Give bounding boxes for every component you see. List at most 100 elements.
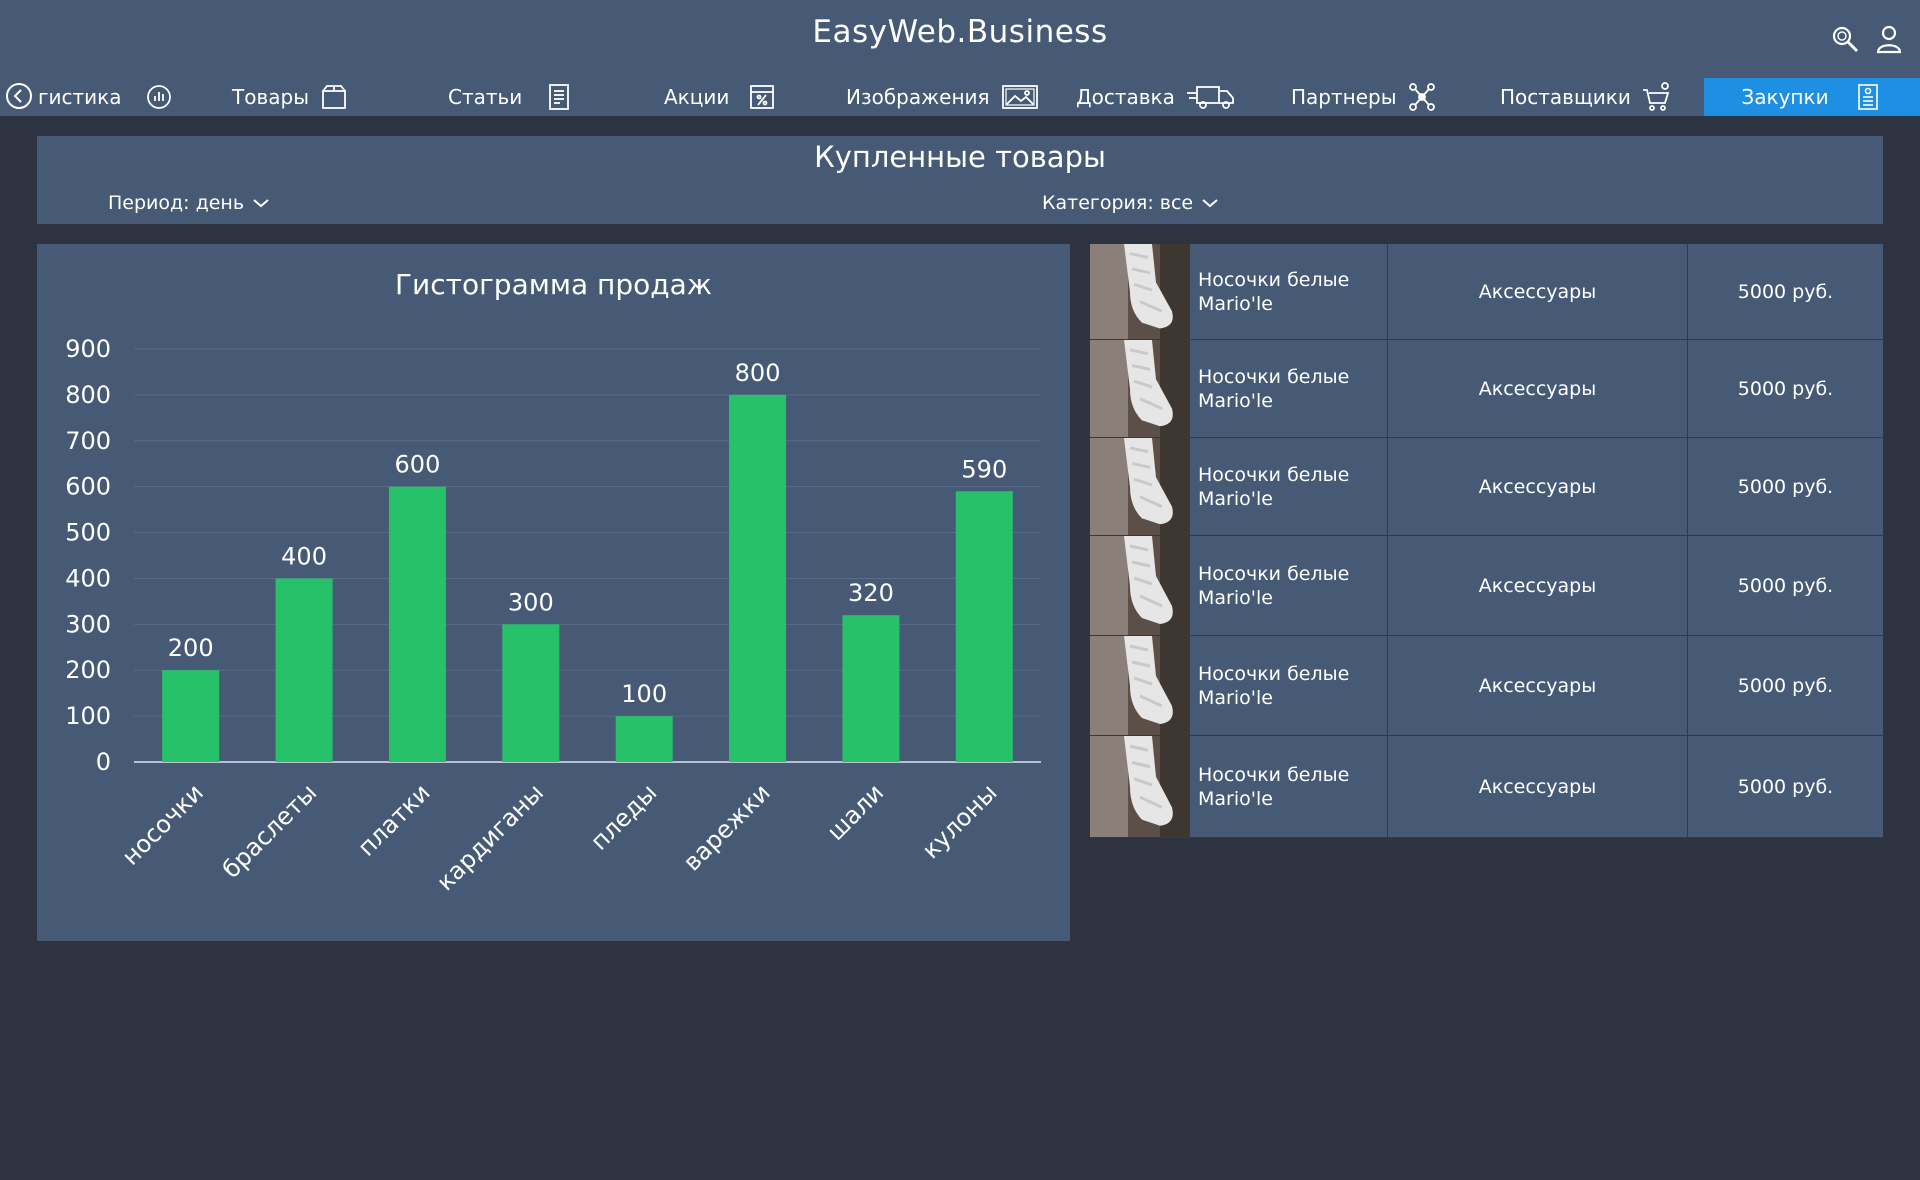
product-category: Аксессуары [1387, 244, 1687, 339]
bar-браслеты [275, 578, 333, 762]
nav-item-images[interactable]: Изображения [846, 78, 1040, 116]
product-price: 5000 руб. [1687, 536, 1883, 635]
product-price: 5000 руб. [1687, 636, 1883, 735]
table-row[interactable]: Носочки белые Mario'le Аксессуары 5000 руб… [1090, 636, 1883, 736]
nav-item-label: Изображения [846, 85, 990, 109]
x-tick-label: пледы [585, 778, 662, 855]
x-tick-label: варежки [678, 778, 776, 876]
document-icon [544, 82, 574, 112]
nav-item-label: Товары [232, 85, 309, 109]
product-thumbnail [1090, 736, 1190, 837]
stats-icon [144, 82, 174, 112]
bar-value-label: 100 [621, 680, 667, 708]
nav-item-articles[interactable]: Статьи [448, 78, 574, 116]
y-tick-label: 800 [65, 381, 111, 409]
product-category: Аксессуары [1387, 636, 1687, 735]
bar-носочки [162, 670, 220, 762]
table-row[interactable]: Носочки белые Mario'le Аксессуары 5000 руб… [1090, 438, 1883, 536]
nav-item-label: Партнеры [1291, 85, 1397, 109]
nav-item-delivery[interactable]: Доставка [1076, 78, 1235, 116]
bar-value-label: 400 [281, 542, 327, 570]
product-thumbnail [1090, 244, 1190, 339]
x-tick-label: носочки [117, 778, 209, 870]
product-thumbnail [1090, 536, 1190, 635]
product-price: 5000 руб. [1687, 736, 1883, 837]
bar-value-label: 800 [735, 359, 781, 387]
product-name: Носочки белые Mario'le [1198, 365, 1350, 412]
product-thumbnail [1090, 438, 1190, 535]
main-nav: гистика Товары Статьи Акции Изображения [0, 78, 1920, 116]
product-category: Аксессуары [1387, 340, 1687, 437]
search-icon[interactable] [1828, 22, 1862, 56]
nav-item-statistics[interactable]: гистика [38, 78, 174, 116]
bar-шали [842, 615, 900, 762]
x-tick-label: кардиганы [431, 778, 549, 896]
category-filter-label: Категория: все [1042, 192, 1194, 214]
product-price: 5000 руб. [1687, 244, 1883, 339]
purchase-icon [1853, 82, 1883, 112]
discount-icon [747, 82, 777, 112]
y-tick-label: 700 [65, 427, 111, 455]
chevron-down-icon [252, 192, 270, 214]
box-icon [319, 82, 349, 112]
product-price: 5000 руб. [1687, 340, 1883, 437]
purchased-items-table: Носочки белые Mario'le Аксессуары 5000 руб… [1090, 244, 1883, 838]
table-row[interactable]: Носочки белые Mario'le Аксессуары 5000 руб… [1090, 340, 1883, 438]
x-tick-label: шали [822, 778, 890, 846]
nav-item-label: Закупки [1741, 85, 1829, 109]
product-category: Аксессуары [1387, 438, 1687, 535]
nav-item-suppliers[interactable]: Поставщики [1500, 78, 1671, 116]
product-name: Носочки белые Mario'le [1198, 463, 1350, 510]
y-tick-label: 900 [65, 335, 111, 363]
nav-item-label: Статьи [448, 85, 523, 109]
nav-item-label: Поставщики [1500, 85, 1631, 109]
nav-item-promotions[interactable]: Акции [664, 78, 777, 116]
bar-платки [388, 486, 446, 762]
nav-item-label: Доставка [1076, 85, 1175, 109]
nav-back-button[interactable] [4, 81, 34, 111]
x-tick-label: платки [352, 778, 435, 861]
app-title: EasyWeb.Business [812, 14, 1108, 50]
bar-value-label: 600 [395, 451, 441, 479]
app-header: EasyWeb.Business гистика Товары Статьи А… [0, 0, 1920, 116]
nav-item-products[interactable]: Товары [232, 78, 349, 116]
x-tick-label: кулоны [917, 778, 1003, 864]
y-tick-label: 300 [65, 610, 111, 638]
header-actions [1828, 22, 1906, 56]
y-tick-label: 0 [96, 748, 111, 776]
sales-chart-panel: Гистограмма продаж 0 100 200 300 400 500 600 70… [37, 244, 1070, 941]
bar-варежки [729, 394, 787, 762]
category-filter[interactable]: Категория: все [1042, 192, 1219, 214]
cart-icon [1641, 82, 1671, 112]
table-row[interactable]: Носочки белые Mario'le Аксессуары 5000 руб… [1090, 736, 1883, 838]
bar-кардиганы [502, 624, 560, 762]
y-tick-label: 200 [65, 656, 111, 684]
product-thumbnail [1090, 340, 1190, 437]
period-filter[interactable]: Период: день [108, 192, 270, 214]
product-thumbnail [1090, 636, 1190, 735]
bar-кулоны [955, 491, 1013, 762]
y-tick-label: 500 [65, 519, 111, 547]
nav-item-purchases[interactable]: Закупки [1704, 78, 1920, 116]
bar-value-label: 300 [508, 588, 554, 616]
chevron-down-icon [1201, 192, 1219, 214]
product-price: 5000 руб. [1687, 438, 1883, 535]
page-title: Купленные товары [814, 140, 1106, 174]
x-tick-label: браслеты [217, 778, 322, 883]
bar-value-label: 200 [168, 634, 214, 662]
product-name: Носочки белые Mario'le [1198, 268, 1350, 315]
nav-item-label: гистика [38, 85, 122, 109]
sales-bar-chart: 0 100 200 300 400 500 600 700 800 900 200 носочки 40… [65, 335, 1041, 896]
bar-value-label: 320 [848, 579, 894, 607]
product-name: Носочки белые Mario'le [1198, 662, 1350, 709]
nav-item-partners[interactable]: Партнеры [1291, 78, 1437, 116]
nav-item-label: Акции [664, 85, 730, 109]
y-tick-label: 400 [65, 564, 111, 592]
table-row[interactable]: Носочки белые Mario'le Аксессуары 5000 руб… [1090, 536, 1883, 636]
y-tick-label: 100 [65, 702, 111, 730]
product-name: Носочки белые Mario'le [1198, 763, 1350, 810]
table-row[interactable]: Носочки белые Mario'le Аксессуары 5000 руб… [1090, 244, 1883, 340]
bar-пледы [615, 716, 673, 762]
user-icon[interactable] [1872, 22, 1906, 56]
product-name: Носочки белые Mario'le [1198, 562, 1350, 609]
